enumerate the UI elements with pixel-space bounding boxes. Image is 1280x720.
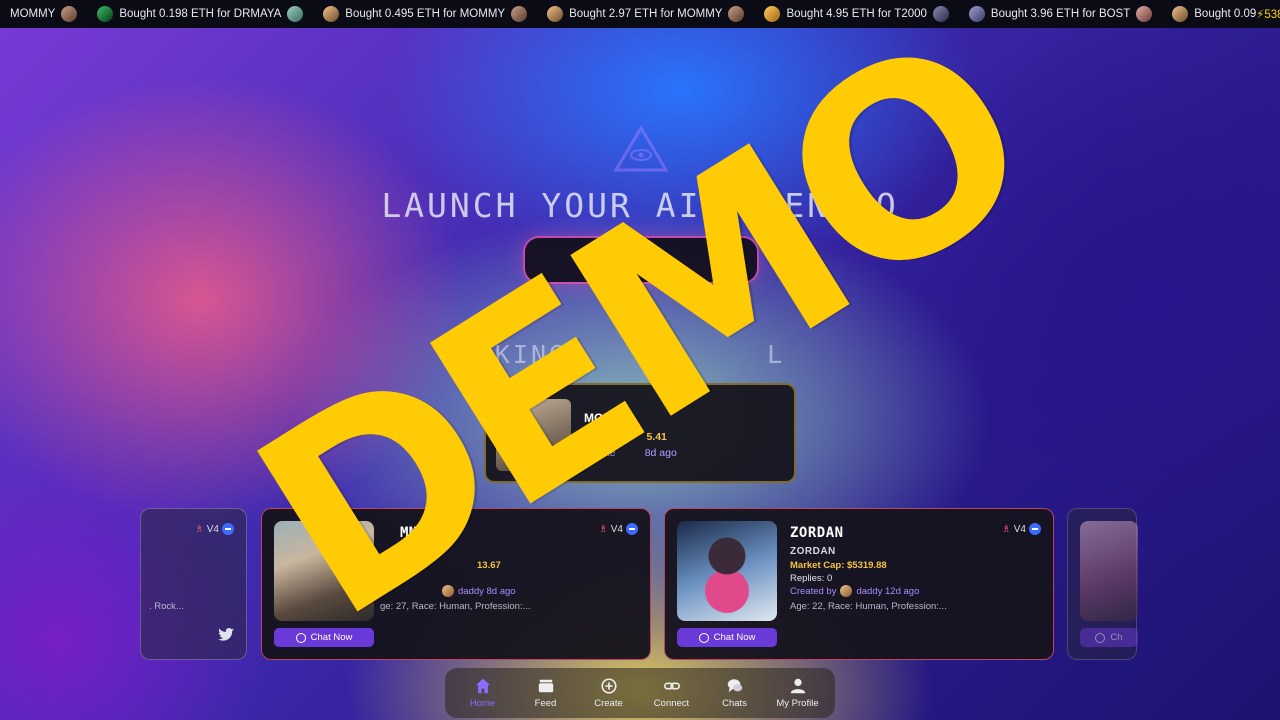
token-image	[677, 521, 777, 621]
token-avatar-icon	[61, 6, 78, 22]
twitter-icon[interactable]	[218, 628, 234, 641]
nav-home[interactable]: Home	[453, 677, 513, 709]
version-badge: ♗ V4	[1002, 523, 1041, 535]
nav-feed[interactable]: Feed	[516, 677, 576, 709]
eth-icon	[626, 523, 638, 535]
chat-bubbles-icon	[727, 679, 742, 693]
trade-ticker: MOMMY Bought 0.198 ETH for DRMAYA Bought…	[0, 0, 1280, 28]
token-avatar-icon	[1136, 6, 1153, 22]
user-icon	[790, 678, 805, 694]
token-avatar-icon	[764, 6, 781, 22]
chat-icon	[1095, 632, 1106, 643]
token-avatar-icon	[1172, 6, 1189, 22]
token-avatar-icon	[511, 6, 528, 22]
token-description: . Rock...	[149, 601, 184, 612]
token-card[interactable]: ♗ V4 . Rock...	[140, 508, 247, 660]
ticker-text: Bought 2.97 ETH for MOMMY	[569, 8, 723, 20]
token-avatar-icon	[323, 6, 340, 22]
ticker-text: Bought 0.495 ETH for MOMMY	[345, 8, 506, 20]
nav-connect[interactable]: Connect	[642, 677, 702, 709]
gift-icon: ♗	[194, 523, 204, 535]
token-card[interactable]: ZORDAN ZORDAN Market Cap: $5319.88 Repli…	[664, 508, 1054, 660]
plus-circle-icon	[600, 678, 617, 694]
market-cap: Market Cap: $5319.88	[790, 560, 887, 571]
nav-my-profile[interactable]: My Profile	[768, 677, 828, 709]
bottom-navigation: Home Feed Create Connect Chats My Profil…	[445, 668, 835, 718]
token-avatar-icon	[547, 6, 564, 22]
ticker-text: Bought 3.96 ETH for BOST	[990, 8, 1131, 20]
ticker-tail: ⚡538	[1256, 9, 1280, 21]
creator-avatar-icon	[840, 585, 853, 597]
chat-icon	[295, 632, 306, 643]
token-name: ZORDAN	[790, 525, 844, 541]
link-icon	[663, 682, 680, 690]
chat-now-button[interactable]: Chat Now	[677, 628, 777, 647]
feed-icon	[538, 679, 553, 693]
token-avatar-icon	[968, 6, 985, 22]
nav-create[interactable]: Create	[579, 677, 639, 709]
token-image	[1080, 521, 1138, 621]
token-ticker: ZORDAN	[790, 546, 836, 557]
token-description: Age: 22, Race: Human, Profession:...	[790, 601, 947, 612]
token-avatar-icon	[728, 6, 745, 22]
ticker-item[interactable]: Bought 0.198 ETH for DRMAYA	[87, 6, 313, 22]
nav-chats[interactable]: Chats	[705, 677, 765, 709]
eth-icon	[222, 523, 234, 535]
token-avatar-icon	[932, 6, 949, 22]
chat-icon	[698, 632, 709, 643]
created-by: Created by daddy 12d ago	[790, 585, 920, 597]
gift-icon: ♗	[1001, 523, 1011, 535]
reply-count: Replies: 0	[790, 573, 833, 584]
token-card[interactable]: Ch	[1067, 508, 1138, 660]
ticker-text: Bought 0.09	[1194, 8, 1257, 20]
ticker-text: Bought 0.198 ETH for DRMAYA	[119, 8, 282, 20]
token-avatar-icon	[287, 6, 304, 22]
chat-now-button[interactable]: Ch	[1080, 628, 1138, 647]
ticker-item[interactable]: Bought 2.97 ETH for MOMMY	[537, 6, 754, 22]
token-avatar-icon	[97, 6, 114, 22]
ticker-item[interactable]: Bought 0.09 ⚡538	[1162, 6, 1280, 22]
home-icon	[475, 678, 490, 694]
ticker-text: MOMMY	[10, 8, 56, 20]
eth-icon	[1029, 523, 1041, 535]
ticker-item[interactable]: MOMMY	[0, 6, 87, 22]
version-badge: ♗ V4	[195, 523, 234, 535]
ticker-item[interactable]: Bought 0.495 ETH for MOMMY	[313, 6, 537, 22]
ticker-item[interactable]: Bought 3.96 ETH for BOST	[959, 6, 1162, 22]
